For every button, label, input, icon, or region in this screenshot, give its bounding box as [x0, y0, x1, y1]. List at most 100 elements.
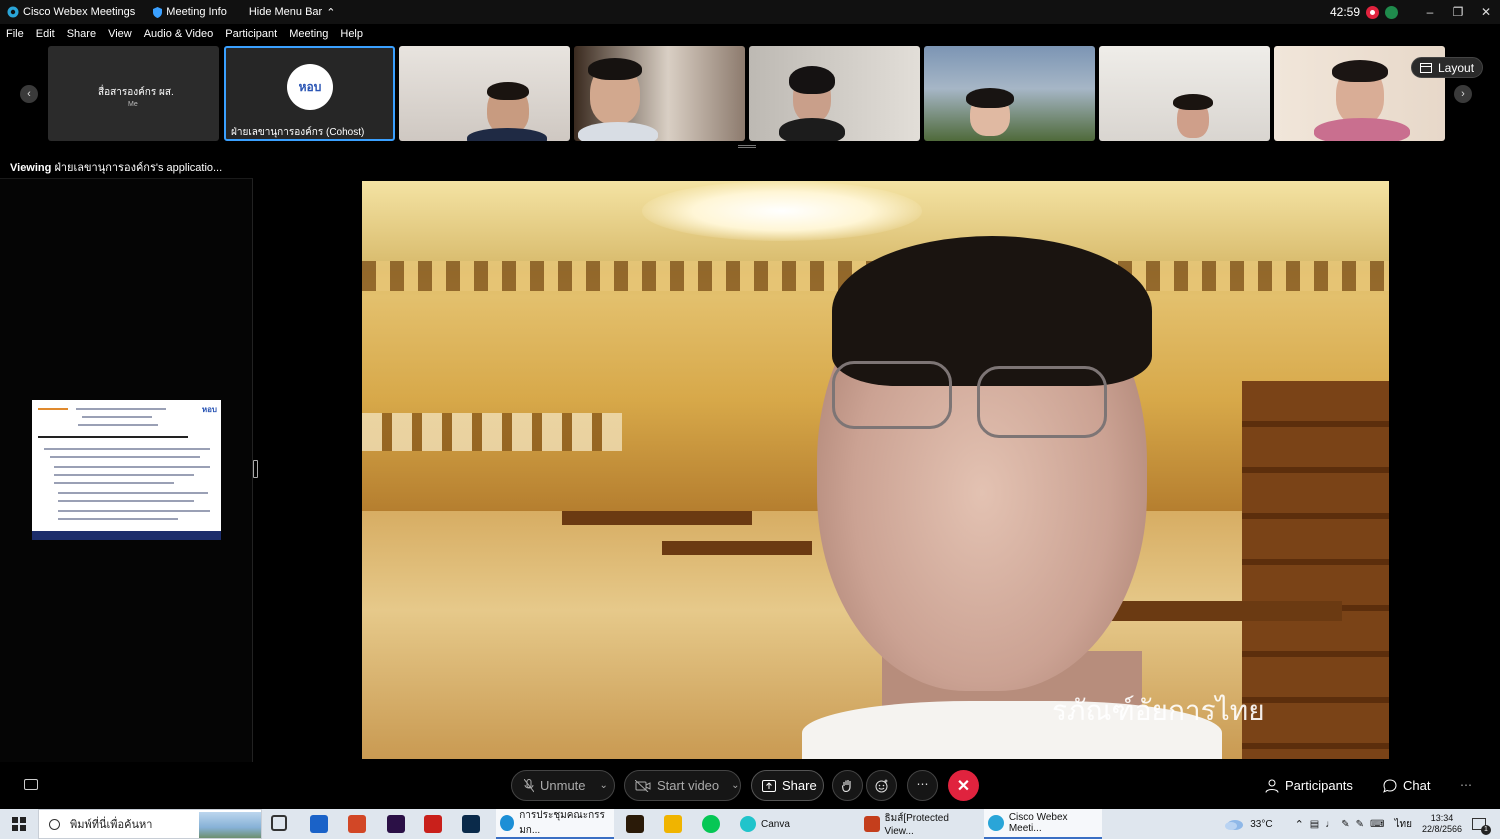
share-button[interactable]: Share [751, 770, 824, 801]
active-speaker-video[interactable]: รภัณฑ์อัยการไทย [362, 181, 1389, 759]
minimize-button[interactable]: – [1416, 0, 1444, 24]
mail-app-icon[interactable] [310, 815, 328, 833]
share-screen-icon [762, 779, 776, 792]
participant-video-tile[interactable] [749, 46, 920, 141]
notification-count: 1 [1481, 825, 1491, 835]
tile-name-self: สื่อสารองค์กร ผส. [98, 87, 174, 98]
restore-button[interactable]: ❐ [1444, 0, 1472, 24]
hide-menu-bar-label: Hide Menu Bar [248, 6, 323, 18]
filmstrip-prev-button[interactable]: ‹ [20, 85, 38, 103]
clock-time: 13:34 [1430, 813, 1454, 823]
notification-center-icon[interactable]: 1 [1472, 818, 1491, 835]
menu-audio-video[interactable]: Audio & Video [144, 28, 214, 40]
reactions-button[interactable] [866, 770, 897, 801]
unmute-button[interactable]: Unmute ⌄ [511, 770, 615, 801]
shared-slide-thumbnail[interactable]: หอบ [32, 400, 221, 540]
glasses-left-lens [832, 361, 952, 429]
task-view-icon[interactable] [271, 815, 287, 831]
menu-meeting[interactable]: Meeting [289, 28, 328, 40]
menu-participant[interactable]: Participant [225, 28, 277, 40]
taskbar-app-canva[interactable]: Canva [738, 809, 850, 839]
shield-icon [153, 6, 163, 18]
participant-tile-cohost[interactable]: หอบ ฝ่ายเลขานุการองค์กร (Cohost) [224, 46, 395, 141]
network-icon[interactable]: ▤ [1310, 819, 1319, 830]
pen-workspace-icon[interactable]: ✎ [1356, 819, 1364, 830]
participant-hair [789, 66, 835, 94]
recording-indicator-icon[interactable] [1366, 5, 1379, 19]
weather-cloud-icon[interactable] [1224, 817, 1244, 831]
meeting-info-button[interactable]: Meeting Info [153, 6, 227, 18]
network-health-icon[interactable] [1385, 5, 1398, 19]
keyboard-icon[interactable]: ⌨ [1370, 819, 1384, 830]
panel-splitter-handle[interactable] [253, 460, 258, 478]
participant-video-tile[interactable] [574, 46, 745, 141]
start-video-button[interactable]: Start video ⌄ [624, 770, 741, 801]
closed-captions-icon[interactable] [24, 779, 38, 790]
chevron-down-icon[interactable]: ⌄ [731, 780, 739, 791]
input-language[interactable]: ไทย [1394, 817, 1411, 832]
participant-video-tile[interactable] [399, 46, 570, 141]
chevron-up-icon[interactable]: ⌃ [1295, 818, 1304, 831]
slide-logo: หอบ [201, 405, 217, 414]
taskbar-app-powerpoint[interactable]: ธิมส์[Protected View... [862, 809, 978, 839]
line-app-icon[interactable] [702, 815, 720, 833]
windows-start-icon[interactable] [12, 817, 26, 831]
clock-date: 22/8/2566 [1421, 824, 1462, 834]
filmstrip-next-button[interactable]: › [1454, 85, 1472, 103]
close-window-button[interactable]: ✕ [1472, 0, 1500, 24]
menu-share[interactable]: Share [67, 28, 96, 40]
layout-button[interactable]: Layout [1411, 57, 1484, 78]
title-bar: Cisco Webex Meetings Meeting Info Hide M… [0, 0, 1500, 24]
system-tray: 33°C ⌃ ▤ ♩ ✎ ✎ ⌨ ไทย 13:34 22/8/2566 1 [1224, 809, 1500, 839]
app-title: Cisco Webex Meetings [23, 6, 136, 18]
taskbar-search-box[interactable]: พิมพ์ที่นี่เพื่อค้นหา [38, 809, 262, 839]
slide-footer-bar [32, 531, 221, 540]
participant-video-tile[interactable] [1099, 46, 1270, 141]
taskbar-clock[interactable]: 13:34 22/8/2566 [1422, 813, 1462, 835]
filmstrip-resize-handle[interactable] [738, 145, 756, 148]
participant-body [467, 128, 547, 141]
acrobat-app-icon[interactable] [424, 815, 442, 833]
photoshop-app-icon[interactable] [462, 815, 480, 833]
meeting-info-label: Meeting Info [166, 6, 227, 18]
chat-label: Chat [1403, 778, 1431, 793]
viewing-source: ฝ่ายเลขานุการองค์กร's applicatio... [54, 162, 223, 174]
webex-window: Cisco Webex Meetings Meeting Info Hide M… [0, 0, 1500, 839]
volume-icon[interactable]: ♩ [1325, 819, 1335, 830]
illustrator-app-icon[interactable] [626, 815, 644, 833]
pen-icon[interactable]: ✎ [1341, 819, 1349, 830]
panel-more-button[interactable]: ⋯ [1460, 778, 1472, 792]
tile-name-cohost: ฝ่ายเลขานุการองค์กร (Cohost) [231, 127, 365, 138]
weather-temperature[interactable]: 33°C [1250, 819, 1272, 830]
participant-tile-self[interactable]: สื่อสารองค์กร ผส. Me [48, 46, 219, 141]
taskbar-app-webex[interactable]: Cisco Webex Meeti... [984, 809, 1102, 839]
video-background-watermark: รภัณฑ์อัยการไทย [1052, 694, 1265, 727]
unmute-label: Unmute [540, 778, 586, 793]
premiere-app-icon[interactable] [387, 815, 405, 833]
start-video-label: Start video [657, 778, 720, 793]
file-explorer-icon[interactable] [664, 815, 682, 833]
participant-body [1314, 118, 1410, 141]
viewing-prefix: Viewing [10, 162, 52, 174]
office-app-icon[interactable] [348, 815, 366, 833]
emoji-reaction-icon [875, 779, 887, 792]
more-options-button[interactable]: ⋯ [907, 770, 938, 801]
menu-file[interactable]: File [6, 28, 24, 40]
hide-menu-bar-button[interactable]: Hide Menu Bar ⌃ [249, 6, 336, 19]
leave-meeting-button[interactable]: ✕ [948, 770, 979, 801]
participants-label: Participants [1285, 778, 1353, 793]
participants-panel-button[interactable]: Participants [1265, 778, 1353, 793]
glasses-right-lens [977, 366, 1107, 438]
participant-hair [588, 58, 642, 80]
participant-video-tile[interactable] [924, 46, 1095, 141]
taskbar-app-edge[interactable]: การประชุมคณะกรรมก... [496, 809, 614, 839]
chat-panel-button[interactable]: Chat [1383, 778, 1430, 793]
raise-hand-button[interactable] [832, 770, 863, 801]
menu-help[interactable]: Help [340, 28, 363, 40]
menu-edit[interactable]: Edit [36, 28, 55, 40]
shared-content-panel: หอบ [0, 178, 253, 762]
menu-view[interactable]: View [108, 28, 132, 40]
chevron-down-icon[interactable]: ⌄ [600, 780, 608, 791]
tile-sub-me: Me [128, 101, 138, 108]
meeting-timer: 42:59 [1329, 5, 1360, 19]
